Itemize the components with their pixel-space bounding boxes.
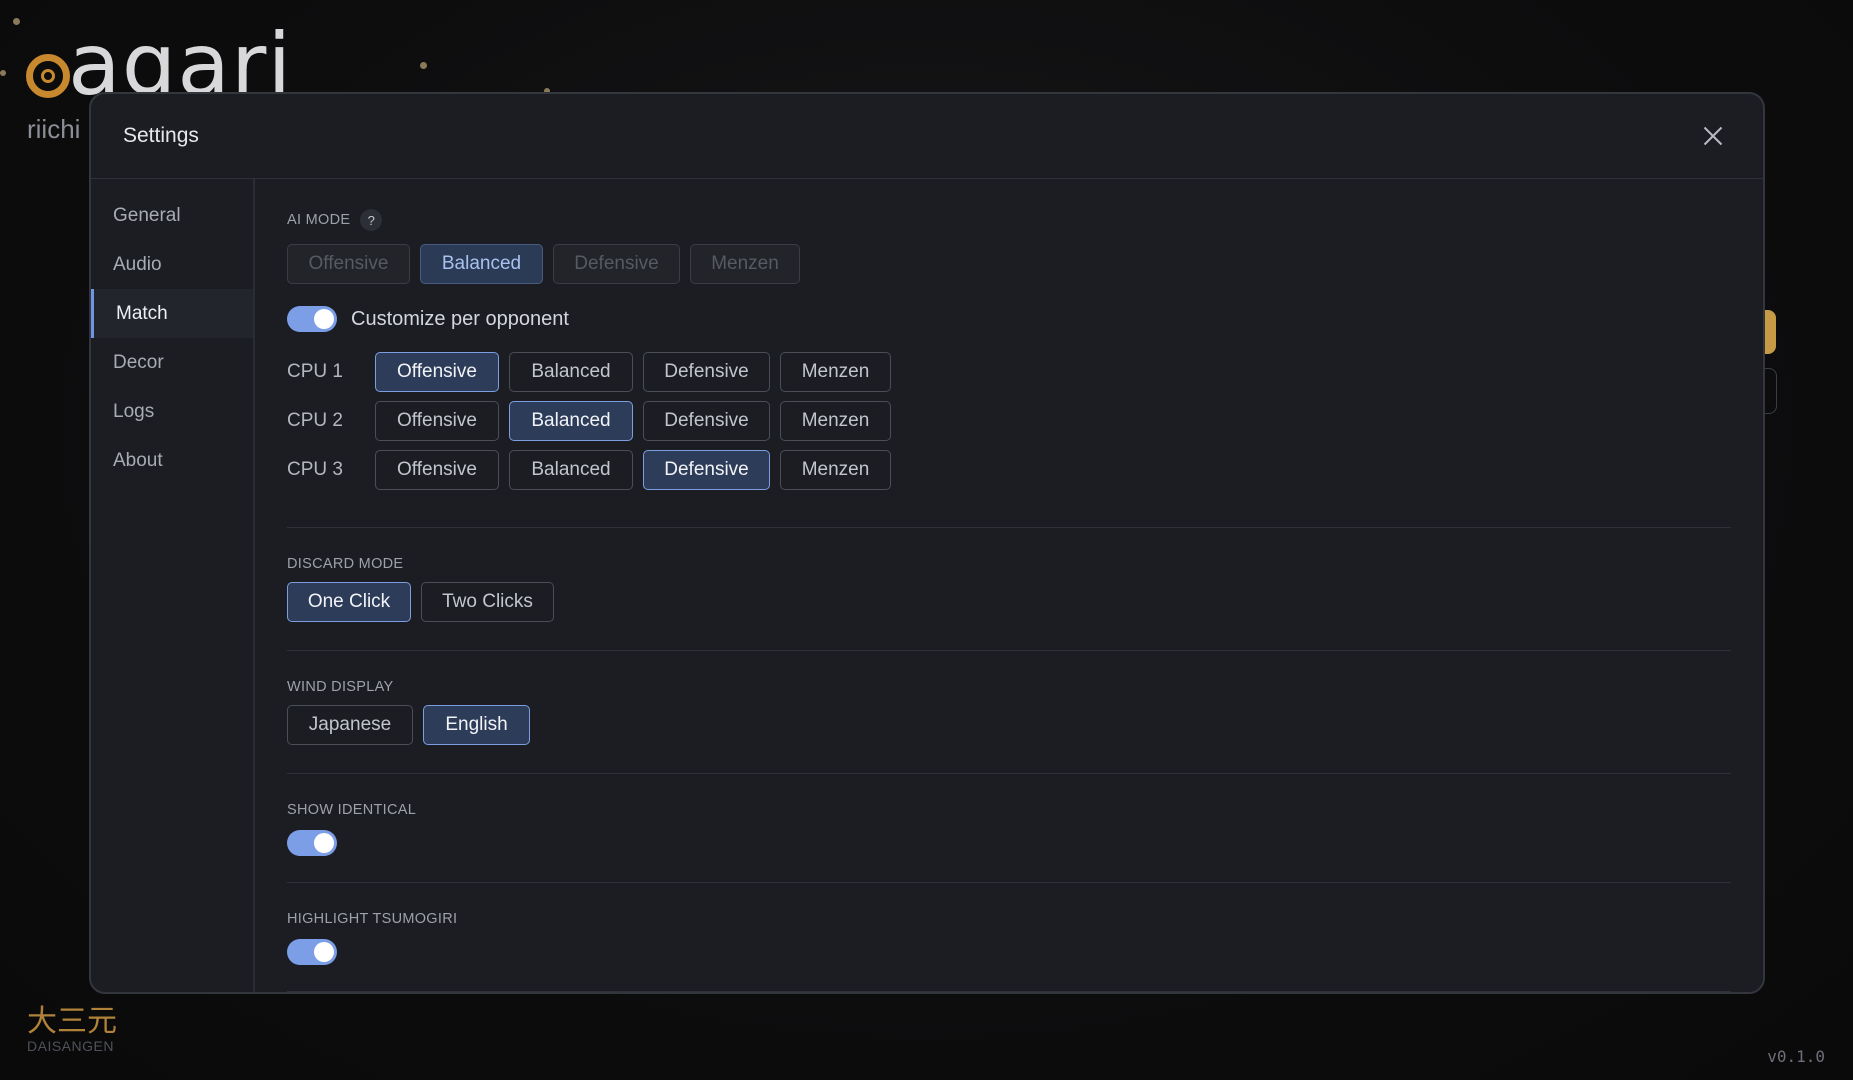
cpu-rows: CPU 1 Offensive Balanced Defensive Menze…: [287, 352, 1731, 490]
cpu3-defensive-button[interactable]: Defensive: [643, 450, 770, 490]
version-label: v0.1.0: [1767, 1047, 1825, 1066]
wind-japanese-button[interactable]: Japanese: [287, 705, 413, 745]
show-identical-toggle[interactable]: [287, 830, 337, 856]
yaku-kanji: 大三元: [27, 1004, 117, 1039]
cpu2-defensive-button[interactable]: Defensive: [643, 401, 770, 441]
settings-content: AI MODE ? Offensive Balanced Defensive M…: [287, 179, 1731, 992]
highlight-tsumogiri-label: HIGHLIGHT TSUMOGIRI: [287, 911, 458, 927]
wind-display-options: Japanese English: [287, 705, 1731, 745]
modal-header: Settings: [91, 94, 1763, 179]
help-icon[interactable]: ?: [360, 209, 383, 231]
cpu-row: CPU 3 Offensive Balanced Defensive Menze…: [287, 450, 1731, 490]
discard-one-click-button[interactable]: One Click: [287, 582, 411, 622]
ai-mode-balanced-button[interactable]: Balanced: [420, 244, 543, 284]
cpu-row: CPU 2 Offensive Balanced Defensive Menze…: [287, 401, 1731, 441]
discard-mode-label: DISCARD MODE: [287, 556, 404, 572]
settings-modal: Settings General Audio Match Decor Logs …: [89, 92, 1765, 994]
decor-dot: [420, 62, 427, 69]
cpu3-balanced-button[interactable]: Balanced: [509, 450, 633, 490]
ai-mode-label: AI MODE ?: [287, 209, 1731, 231]
cpu2-balanced-button[interactable]: Balanced: [509, 401, 633, 441]
discard-mode-section: DISCARD MODE One Click Two Clicks: [287, 528, 1731, 651]
cpu-label: CPU 2: [287, 410, 343, 431]
customize-toggle[interactable]: [287, 306, 337, 332]
cpu1-menzen-button[interactable]: Menzen: [780, 352, 891, 392]
cpu-label: CPU 3: [287, 459, 343, 480]
logo-subtitle: riichi: [27, 114, 81, 144]
ai-mode-menzen-button[interactable]: Menzen: [690, 244, 800, 284]
cpu1-offensive-button[interactable]: Offensive: [375, 352, 499, 392]
yaku-romaji: DAISANGEN: [27, 1038, 114, 1054]
cpu1-defensive-button[interactable]: Defensive: [643, 352, 770, 392]
cpu-row: CPU 1 Offensive Balanced Defensive Menze…: [287, 352, 1731, 392]
ai-mode-offensive-button[interactable]: Offensive: [287, 244, 410, 284]
nav-match[interactable]: Match: [91, 289, 253, 338]
close-icon[interactable]: [1701, 124, 1725, 148]
ai-mode-section: AI MODE ? Offensive Balanced Defensive M…: [287, 179, 1731, 528]
wind-english-button[interactable]: English: [423, 705, 530, 745]
nav-audio[interactable]: Audio: [91, 240, 253, 289]
highlight-tsumogiri-toggle[interactable]: [287, 939, 337, 965]
cpu2-menzen-button[interactable]: Menzen: [780, 401, 891, 441]
ai-mode-label-text: AI MODE: [287, 212, 351, 228]
customize-row: Customize per opponent: [287, 306, 1731, 332]
decor-dot: [13, 18, 20, 25]
logo-icon: [26, 54, 70, 98]
settings-sidebar: General Audio Match Decor Logs About: [91, 179, 255, 992]
discard-two-clicks-button[interactable]: Two Clicks: [421, 582, 554, 622]
ai-mode-defensive-button[interactable]: Defensive: [553, 244, 680, 284]
modal-title: Settings: [123, 124, 199, 147]
cpu3-menzen-button[interactable]: Menzen: [780, 450, 891, 490]
highlight-tsumogiri-section: HIGHLIGHT TSUMOGIRI: [287, 883, 1731, 992]
nav-general[interactable]: General: [91, 191, 253, 240]
ai-mode-options: Offensive Balanced Defensive Menzen: [287, 244, 1731, 284]
discard-mode-options: One Click Two Clicks: [287, 582, 1731, 622]
cpu2-offensive-button[interactable]: Offensive: [375, 401, 499, 441]
customize-label: Customize per opponent: [351, 307, 569, 330]
nav-decor[interactable]: Decor: [91, 338, 253, 387]
nav-logs[interactable]: Logs: [91, 387, 253, 436]
wind-display-section: WIND DISPLAY Japanese English: [287, 651, 1731, 774]
cpu1-balanced-button[interactable]: Balanced: [509, 352, 633, 392]
decor-dot: [0, 70, 6, 76]
cpu3-offensive-button[interactable]: Offensive: [375, 450, 499, 490]
cpu-label: CPU 1: [287, 361, 343, 382]
show-identical-section: SHOW IDENTICAL: [287, 774, 1731, 883]
nav-about[interactable]: About: [91, 436, 253, 485]
wind-display-label: WIND DISPLAY: [287, 679, 394, 695]
show-identical-label: SHOW IDENTICAL: [287, 802, 417, 818]
